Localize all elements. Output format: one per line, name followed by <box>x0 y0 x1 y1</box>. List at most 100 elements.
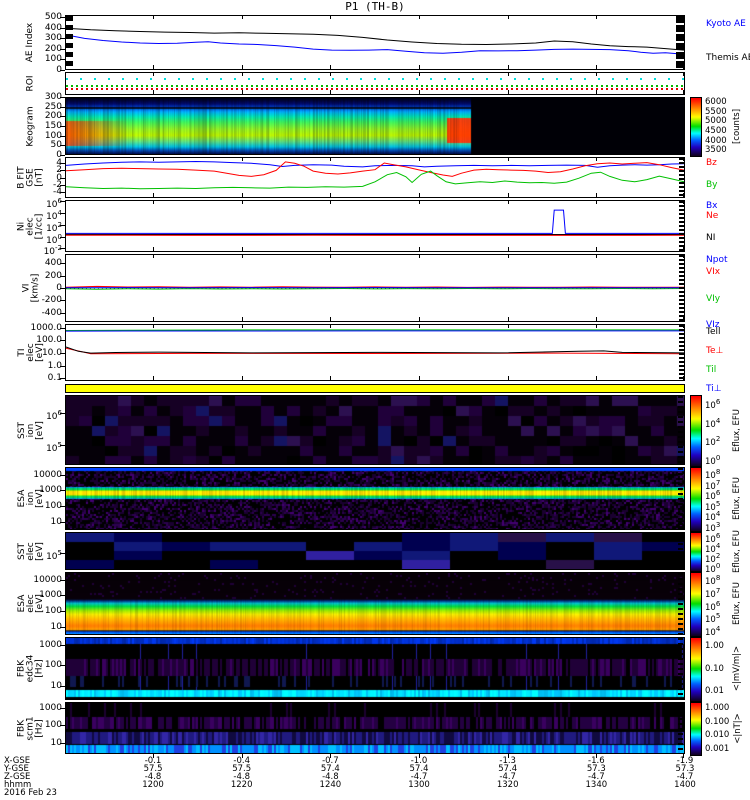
y-tick-label: 400 <box>44 22 62 33</box>
x-tick <box>330 317 331 321</box>
y-tick-label: 105 <box>46 549 62 562</box>
x-tick <box>419 193 420 197</box>
y-tick-label: 10 <box>50 621 62 632</box>
x-tick <box>596 90 597 94</box>
y-tick-label: 1000 <box>39 639 62 650</box>
axis-label: SST ion [eV] <box>0 395 62 465</box>
x-tick <box>596 325 597 328</box>
y-tick-mark <box>60 155 65 156</box>
x-tick <box>242 73 243 76</box>
axis-label-text: ROI <box>25 75 36 92</box>
y-tick-mark <box>60 312 65 314</box>
colorbar-title-text: Eflux, EFU <box>732 408 743 452</box>
y-tick-label: 200 <box>44 270 62 281</box>
x-axis-value: 1340 <box>585 780 608 790</box>
y-tick-label: 0.1 <box>47 373 62 384</box>
line-plot <box>66 209 684 236</box>
colorbar-tick-label: 108 <box>705 574 721 588</box>
x-tick <box>508 65 509 69</box>
colorbar-tick-label: 104 <box>705 624 721 638</box>
colorbar-title-text: Eflux, EFU <box>732 581 743 626</box>
colorbar-tick-label: 1.000 <box>705 703 730 714</box>
series-Bz <box>66 161 684 177</box>
colorbar-tick-label: 102 <box>705 435 721 448</box>
x-tick <box>596 247 597 251</box>
themis-summary-plot: P1 (TH-B) AE Index5004003002001000Kyoto … <box>0 0 750 800</box>
colorbar <box>690 97 702 157</box>
y-tick-mark <box>60 275 65 277</box>
series-VIy <box>66 287 684 290</box>
edge-ticks <box>678 533 683 569</box>
colorbar-title-text: Eflux, EFU <box>732 476 743 521</box>
colorbar <box>690 467 702 532</box>
x-tick <box>330 73 331 76</box>
y-tick-mark <box>60 70 65 71</box>
colorbar-title: <|mV/m|> <box>728 637 748 700</box>
x-tick <box>419 247 420 251</box>
roi-lower-dash-green <box>66 85 684 88</box>
y-tick-label: 50 <box>50 140 62 151</box>
colorbar-tick-label: 0.01 <box>705 685 724 696</box>
y-tick-label: -400 <box>41 307 62 318</box>
legend-Bx: Bx <box>706 201 718 212</box>
x-tick <box>508 16 509 19</box>
y-tick-label: 1000 <box>39 703 62 714</box>
colorbar-tick-label: 106 <box>705 398 721 411</box>
y-tick-mark <box>60 595 65 597</box>
x-tick <box>508 325 509 328</box>
y-tick-mark <box>60 445 65 447</box>
y-tick-mark <box>60 201 65 203</box>
y-tick-label: 200 <box>44 43 62 54</box>
line-plot <box>66 27 684 57</box>
edge-ticks <box>678 396 683 464</box>
colorbar-tick-label: 100 <box>705 454 721 467</box>
series-Tell <box>66 346 684 354</box>
legend-VIx: VIx <box>706 267 721 277</box>
spectrogram-sst_elec <box>66 533 684 569</box>
panel-ae <box>65 15 685 70</box>
colorbar-tick-label: 0.010 <box>705 730 730 741</box>
x-tick <box>419 65 420 69</box>
y-tick-label: 200 <box>44 111 62 122</box>
y-tick-mark <box>60 490 65 492</box>
y-tick-mark <box>60 263 65 265</box>
y-tick-mark <box>60 708 65 710</box>
y-tick-label: 1000 <box>39 485 62 496</box>
colorbar-title-text: <|mV/m|> <box>732 645 743 692</box>
colorbar-title: Eflux, EFU <box>728 467 748 530</box>
colorbar <box>690 532 702 572</box>
y-tick-mark <box>60 135 65 137</box>
x-tick <box>419 201 420 204</box>
y-tick-mark <box>60 412 65 414</box>
y-tick-mark <box>60 177 65 179</box>
x-tick <box>419 90 420 94</box>
y-tick-mark <box>60 725 65 727</box>
y-tick-label: 10.0 <box>41 348 62 359</box>
y-tick-label: 100 <box>44 606 62 617</box>
panel-fbk_b <box>65 702 685 754</box>
colorbar <box>690 702 702 756</box>
y-tick-mark <box>60 38 65 40</box>
panel-esa_i <box>65 467 685 530</box>
y-tick-label: 10 <box>50 516 62 527</box>
axis-label-text: SST ion [eV] <box>16 420 45 440</box>
y-tick-mark <box>60 170 65 172</box>
y-tick-mark <box>60 506 65 508</box>
legend-Bz: Bz <box>706 158 717 168</box>
colorbar <box>690 572 702 637</box>
x-axis-value: 1240 <box>319 780 342 790</box>
colorbar-tick-label: 3500 <box>705 145 727 156</box>
y-tick-mark <box>60 126 65 127</box>
y-tick-label: 100 <box>44 501 62 512</box>
x-axis-value: 1300 <box>408 780 430 790</box>
y-tick-mark <box>60 213 65 214</box>
x-axis-value: 1400 <box>674 780 696 790</box>
y-tick-mark <box>60 192 65 194</box>
panel-keo <box>65 97 685 155</box>
x-tick <box>242 255 243 258</box>
x-tick <box>242 317 243 321</box>
x-tick <box>242 158 243 161</box>
y-tick-label: -200 <box>41 295 62 306</box>
colorbar-tick-label: 5000 <box>705 116 727 127</box>
y-tick-label: 106 <box>46 409 62 422</box>
